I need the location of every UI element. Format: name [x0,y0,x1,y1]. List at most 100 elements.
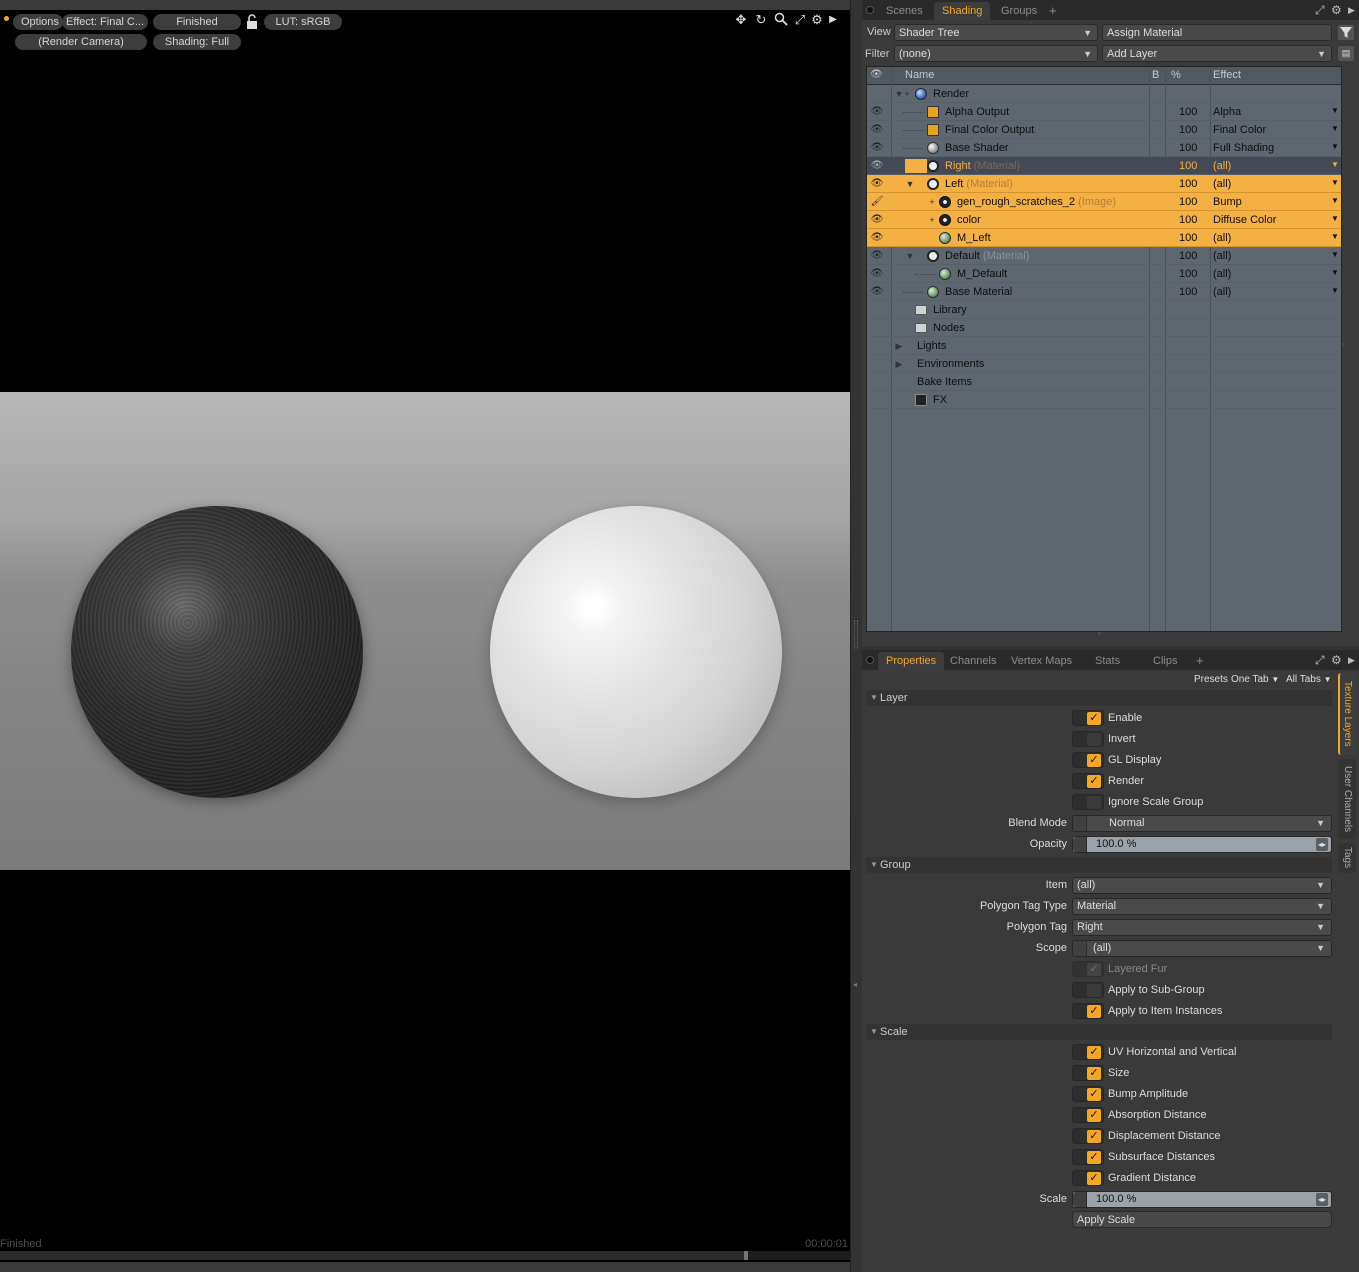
panel-arrow-icon[interactable]: ▶ [1348,3,1355,17]
tree-row-right-material[interactable]: 👁 Right (Material) 100 (all) ▼ [867,157,1341,175]
effect-dropdown-arrow-icon[interactable]: ▼ [1331,178,1339,187]
column-effect[interactable]: Effect [1213,69,1241,81]
effect-dropdown-arrow-icon[interactable]: ▼ [1331,124,1339,133]
tab-stats[interactable]: Stats [1087,652,1128,670]
bump-amplitude-checkbox[interactable]: ✓ [1072,1086,1104,1102]
zoom-icon[interactable] [773,12,789,28]
tab-user-channels[interactable]: User Channels [1338,759,1356,839]
uv-horizontal-vertical-checkbox[interactable]: ✓ [1072,1044,1104,1060]
expand-arrow-icon[interactable]: ▼ [905,178,915,190]
eye-icon[interactable]: 👁 [870,268,884,280]
apply-sub-group-checkbox[interactable] [1072,982,1104,998]
eye-icon[interactable]: 👁 [870,142,884,154]
invert-checkbox[interactable] [1072,731,1104,747]
gear-icon[interactable]: ⚙ [809,12,825,28]
column-b[interactable]: B [1152,69,1159,81]
tree-row-final-color-output[interactable]: 👁 Final Color Output 100 Final Color ▼ [867,121,1341,139]
tree-row-base-material[interactable]: 👁 Base Material 100 (all) ▼ [867,283,1341,301]
view-dropdown[interactable]: Shader Tree ▼ [894,24,1098,41]
play-arrow-icon[interactable]: ▶ [825,12,841,28]
tree-row-base-shader[interactable]: 👁 Base Shader 100 Full Shading ▼ [867,139,1341,157]
assign-material-button[interactable]: Assign Material [1102,24,1332,41]
tab-texture-layers[interactable]: Texture Layers [1338,673,1356,755]
expand-arrow-icon[interactable]: ▶ [894,358,904,370]
tab-vertex-maps[interactable]: Vertex Maps [1003,652,1080,670]
tree-row-default-material[interactable]: 👁 ▼ Default (Material) 100 (all) ▼ [867,247,1341,265]
lut-dropdown[interactable]: LUT: sRGB [264,14,342,30]
effect-dropdown-arrow-icon[interactable]: ▼ [1331,250,1339,259]
effect-dropdown-arrow-icon[interactable]: ▼ [1331,286,1339,295]
tree-row-color[interactable]: 👁 + color 100 Diffuse Color ▼ [867,211,1341,229]
eye-icon[interactable]: 👁 [870,160,884,172]
paint-brush-icon[interactable]: 🖌 [870,196,884,208]
tree-row-environments[interactable]: ▶ Environments [867,355,1341,373]
effect-dropdown[interactable]: Effect: Final C... [62,14,148,30]
eye-icon[interactable]: 👁 [870,124,884,136]
tab-channels[interactable]: Channels [942,652,1004,670]
panel-menu-icon[interactable] [866,656,874,664]
panel-menu-icon[interactable] [866,6,874,14]
move-icon[interactable]: ✥ [733,12,749,28]
slider-arrows-icon[interactable]: ◂▸ [1316,1193,1328,1206]
eye-icon[interactable]: 👁 [870,178,884,190]
tree-row-left-material[interactable]: 👁 ▼ Left (Material) 100 (all) ▼ [867,175,1341,193]
tab-tags[interactable]: Tags [1338,843,1356,873]
gradient-distance-checkbox[interactable]: ✓ [1072,1170,1104,1186]
polygon-tag-dropdown[interactable]: Right ▼ [1072,919,1332,936]
section-scale-header[interactable]: ▼ Scale [866,1024,1332,1040]
plus-icon[interactable]: + [927,214,937,226]
tab-scenes[interactable]: Scenes [878,2,931,20]
eye-icon[interactable]: 👁 [870,286,884,298]
tree-row-alpha-output[interactable]: 👁 Alpha Output 100 Alpha ▼ [867,103,1341,121]
apply-item-instances-checkbox[interactable]: ✓ [1072,1003,1104,1019]
eye-icon[interactable]: 👁 [870,214,884,226]
splitter-arrow-icon[interactable]: ◂ [853,980,857,989]
channel-link-knob[interactable] [1073,816,1087,831]
add-tab-plus-icon[interactable]: + [1196,652,1204,670]
expand-arrow-icon[interactable]: ▼ [905,250,915,262]
tab-shading[interactable]: Shading [934,2,991,20]
eye-icon[interactable]: 👁 [870,106,884,118]
scope-dropdown[interactable]: (all) ▼ [1072,940,1332,957]
maximize-panel-icon[interactable]: ⤢ [1315,653,1325,667]
eye-icon[interactable]: 👁 [870,250,884,262]
lock-icon[interactable] [245,14,259,30]
effect-dropdown-arrow-icon[interactable]: ▼ [1331,106,1339,115]
collapse-panel-icon[interactable]: ▤ [1338,46,1354,61]
gl-display-checkbox[interactable]: ✓ [1072,752,1104,768]
tree-row-m-left[interactable]: 👁 M_Left 100 (all) ▼ [867,229,1341,247]
tree-row-bake-items[interactable]: Bake Items [867,373,1341,391]
camera-dropdown[interactable]: (Render Camera) [15,34,147,50]
all-tabs-dropdown[interactable]: All Tabs ▼ [1286,674,1332,685]
channel-link-knob[interactable] [1073,941,1087,956]
effect-dropdown-arrow-icon[interactable]: ▼ [1331,232,1339,241]
shading-dropdown[interactable]: Shading: Full [153,34,241,50]
blend-mode-dropdown[interactable]: Normal ▼ [1072,815,1332,832]
tree-row-nodes[interactable]: Nodes [867,319,1341,337]
apply-scale-button[interactable]: Apply Scale [1072,1211,1332,1228]
add-layer-dropdown[interactable]: Add Layer ▼ [1102,45,1332,62]
displacement-distance-checkbox[interactable]: ✓ [1072,1128,1104,1144]
effect-dropdown-arrow-icon[interactable]: ▼ [1331,214,1339,223]
add-tab-plus-icon[interactable]: + [1049,2,1057,20]
effect-dropdown-arrow-icon[interactable]: ▼ [1331,268,1339,277]
eye-icon[interactable]: 👁 [870,232,884,244]
slider-arrows-icon[interactable]: ◂▸ [1316,838,1328,851]
size-checkbox[interactable]: ✓ [1072,1065,1104,1081]
shader-tree[interactable]: 👁 Name B % Effect ▼ + Render 👁 Alpha Out… [866,66,1342,632]
channel-link-knob[interactable] [1073,1192,1087,1207]
enable-checkbox[interactable]: ✓ [1072,710,1104,726]
filter-funnel-icon[interactable] [1338,25,1354,40]
panel-arrow-icon[interactable]: ▶ [1348,653,1355,667]
ignore-scale-group-checkbox[interactable] [1072,794,1104,810]
tree-resize-handle[interactable]: ◦ [1098,630,1106,638]
tab-groups[interactable]: Groups [993,2,1045,20]
tab-properties[interactable]: Properties [878,652,945,670]
presets-button[interactable]: Presets [1194,674,1228,685]
tree-row-m-default[interactable]: 👁 M_Default 100 (all) ▼ [867,265,1341,283]
maximize-panel-icon[interactable]: ⤢ [1315,3,1325,17]
opacity-slider[interactable]: 100.0 % ◂▸ [1072,836,1332,853]
filter-dropdown[interactable]: (none) ▼ [894,45,1098,62]
render-checkbox[interactable]: ✓ [1072,773,1104,789]
one-tab-dropdown[interactable]: One Tab ▼ [1231,674,1279,685]
